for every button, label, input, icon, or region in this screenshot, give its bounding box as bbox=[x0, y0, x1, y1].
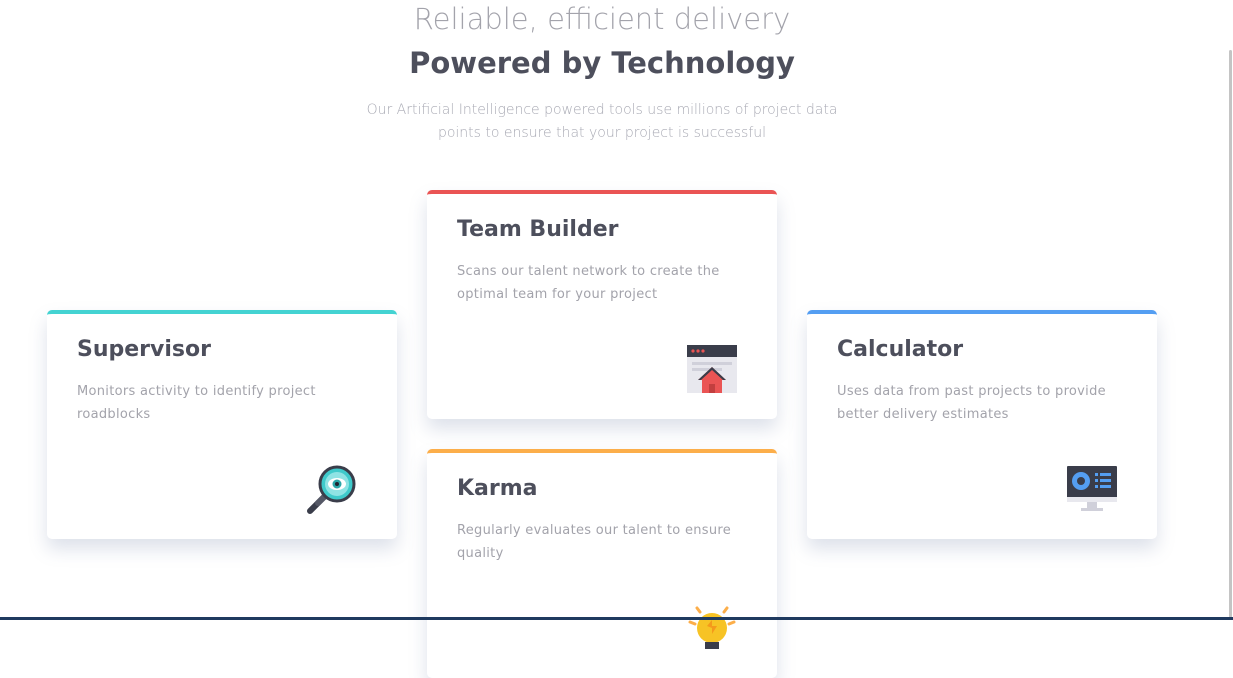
browser-house-icon bbox=[687, 345, 737, 393]
card-description: Monitors activity to identify project ro… bbox=[77, 384, 316, 422]
card-description: Regularly evaluates our talent to ensure… bbox=[457, 523, 732, 561]
hero-title: Powered by Technology bbox=[409, 46, 795, 80]
scrollbar-thumb[interactable] bbox=[1229, 50, 1232, 618]
magnifier-eye-icon bbox=[307, 465, 356, 514]
lightbulb-icon bbox=[688, 606, 736, 649]
card-title: Karma bbox=[457, 476, 538, 501]
vertical-scrollbar[interactable] bbox=[1228, 0, 1233, 620]
hero-description: Our Artificial Intelligence powered tool… bbox=[366, 102, 838, 141]
card-team-builder: Team Builder Scans our talent network to… bbox=[427, 190, 777, 419]
hero-subtitle: Reliable, efficient delivery bbox=[413, 2, 791, 36]
card-description: Scans our talent network to create the o… bbox=[457, 264, 720, 302]
card-karma: Karma Regularly evaluates our talent to … bbox=[427, 449, 777, 678]
card-title: Supervisor bbox=[77, 337, 211, 362]
card-supervisor: Supervisor Monitors activity to identify… bbox=[47, 310, 397, 539]
page: Reliable, efficient delivery Powered by … bbox=[0, 0, 1228, 678]
card-calculator: Calculator Uses data from past projects … bbox=[807, 310, 1157, 539]
card-description: Uses data from past projects to provide … bbox=[837, 384, 1106, 422]
card-title: Calculator bbox=[837, 337, 964, 362]
monitor-chart-icon bbox=[1067, 466, 1117, 511]
card-title: Team Builder bbox=[457, 217, 619, 242]
